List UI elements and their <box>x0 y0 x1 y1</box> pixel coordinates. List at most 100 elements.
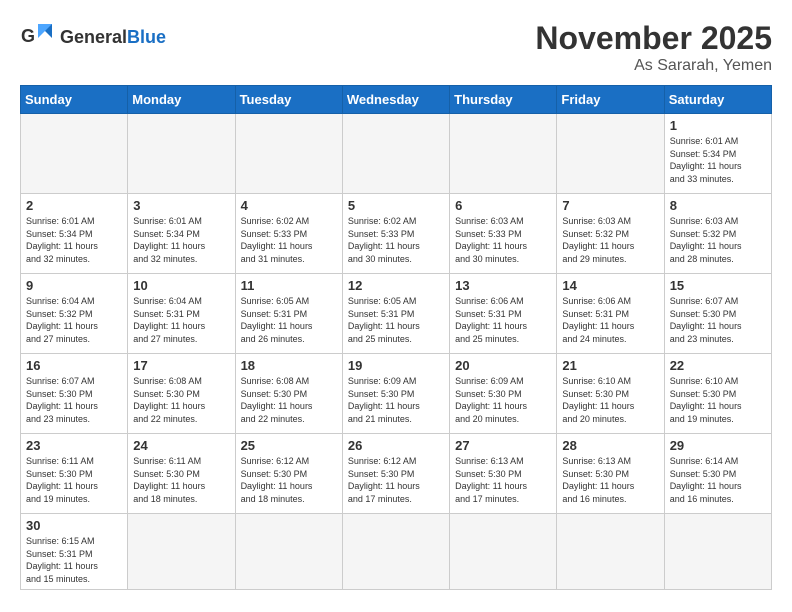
header-saturday: Saturday <box>664 86 771 114</box>
logo-general: General <box>60 27 127 47</box>
logo: G GeneralBlue <box>20 20 166 56</box>
calendar-day-cell: 27 Sunrise: 6:13 AM Sunset: 5:30 PM Dayli… <box>450 434 557 514</box>
calendar-week-row: 23 Sunrise: 6:11 AM Sunset: 5:30 PM Dayli… <box>21 434 772 514</box>
day-info: Sunrise: 6:09 AM Sunset: 5:30 PM Dayligh… <box>455 375 551 425</box>
header-wednesday: Wednesday <box>342 86 449 114</box>
calendar-day-cell <box>235 114 342 194</box>
day-info: Sunrise: 6:11 AM Sunset: 5:30 PM Dayligh… <box>133 455 229 505</box>
day-info: Sunrise: 6:01 AM Sunset: 5:34 PM Dayligh… <box>670 135 766 185</box>
title-area: November 2025 As Sararah, Yemen <box>535 20 772 75</box>
calendar-day-cell: 11 Sunrise: 6:05 AM Sunset: 5:31 PM Dayli… <box>235 274 342 354</box>
calendar-day-cell: 24 Sunrise: 6:11 AM Sunset: 5:30 PM Dayli… <box>128 434 235 514</box>
day-info: Sunrise: 6:12 AM Sunset: 5:30 PM Dayligh… <box>241 455 337 505</box>
calendar-day-cell: 20Sunrise: 6:09 AM Sunset: 5:30 PM Dayli… <box>450 354 557 434</box>
calendar-day-cell: 26Sunrise: 6:12 AM Sunset: 5:30 PM Dayli… <box>342 434 449 514</box>
day-info: Sunrise: 6:01 AM Sunset: 5:34 PM Dayligh… <box>26 215 122 265</box>
day-number: 11 <box>241 278 337 293</box>
logo-text: GeneralBlue <box>60 28 166 48</box>
day-number: 8 <box>670 198 766 213</box>
day-number: 24 <box>133 438 229 453</box>
calendar-day-cell: 16 Sunrise: 6:07 AM Sunset: 5:30 PM Dayli… <box>21 354 128 434</box>
day-info: Sunrise: 6:08 AM Sunset: 5:30 PM Dayligh… <box>241 375 337 425</box>
day-number: 18 <box>241 358 337 373</box>
calendar-day-cell: 4 Sunrise: 6:02 AM Sunset: 5:33 PM Daylig… <box>235 194 342 274</box>
location-title: As Sararah, Yemen <box>535 57 772 75</box>
day-info: Sunrise: 6:04 AM Sunset: 5:32 PM Dayligh… <box>26 295 122 345</box>
calendar-day-cell: 22Sunrise: 6:10 AM Sunset: 5:30 PM Dayli… <box>664 354 771 434</box>
calendar-week-row: 16 Sunrise: 6:07 AM Sunset: 5:30 PM Dayli… <box>21 354 772 434</box>
calendar-day-cell: 12 Sunrise: 6:05 AM Sunset: 5:31 PM Dayli… <box>342 274 449 354</box>
calendar-day-cell <box>128 114 235 194</box>
day-number: 26 <box>348 438 444 453</box>
day-number: 25 <box>241 438 337 453</box>
day-info: Sunrise: 6:02 AM Sunset: 5:33 PM Dayligh… <box>241 215 337 265</box>
calendar-day-cell: 25 Sunrise: 6:12 AM Sunset: 5:30 PM Dayli… <box>235 434 342 514</box>
day-number: 28 <box>562 438 658 453</box>
calendar-day-cell <box>342 514 449 590</box>
day-info: Sunrise: 6:03 AM Sunset: 5:33 PM Dayligh… <box>455 215 551 265</box>
day-info: Sunrise: 6:09 AM Sunset: 5:30 PM Dayligh… <box>348 375 444 425</box>
calendar-day-cell: 17Sunrise: 6:08 AM Sunset: 5:30 PM Dayli… <box>128 354 235 434</box>
day-info: Sunrise: 6:03 AM Sunset: 5:32 PM Dayligh… <box>670 215 766 265</box>
day-info: Sunrise: 6:13 AM Sunset: 5:30 PM Dayligh… <box>562 455 658 505</box>
svg-text:G: G <box>21 26 35 46</box>
calendar-day-cell: 23 Sunrise: 6:11 AM Sunset: 5:30 PM Dayli… <box>21 434 128 514</box>
header-sunday: Sunday <box>21 86 128 114</box>
calendar-day-cell: 5Sunrise: 6:02 AM Sunset: 5:33 PM Daylig… <box>342 194 449 274</box>
day-number: 12 <box>348 278 444 293</box>
calendar-day-cell <box>450 514 557 590</box>
day-info: Sunrise: 6:07 AM Sunset: 5:30 PM Dayligh… <box>26 375 122 425</box>
day-number: 13 <box>455 278 551 293</box>
calendar-day-cell: 30Sunrise: 6:15 AM Sunset: 5:31 PM Dayli… <box>21 514 128 590</box>
logo-icon: G <box>20 20 56 56</box>
calendar-day-cell: 29Sunrise: 6:14 AM Sunset: 5:30 PM Dayli… <box>664 434 771 514</box>
day-info: Sunrise: 6:11 AM Sunset: 5:30 PM Dayligh… <box>26 455 122 505</box>
logo-blue: Blue <box>127 27 166 47</box>
calendar-day-cell: 8 Sunrise: 6:03 AM Sunset: 5:32 PM Daylig… <box>664 194 771 274</box>
day-info: Sunrise: 6:04 AM Sunset: 5:31 PM Dayligh… <box>133 295 229 345</box>
calendar-day-cell <box>450 114 557 194</box>
calendar-week-row: 2Sunrise: 6:01 AM Sunset: 5:34 PM Daylig… <box>21 194 772 274</box>
day-number: 27 <box>455 438 551 453</box>
day-number: 6 <box>455 198 551 213</box>
calendar-day-cell: 3Sunrise: 6:01 AM Sunset: 5:34 PM Daylig… <box>128 194 235 274</box>
calendar-day-cell: 15 Sunrise: 6:07 AM Sunset: 5:30 PM Dayli… <box>664 274 771 354</box>
calendar-day-cell <box>235 514 342 590</box>
calendar-day-cell <box>21 114 128 194</box>
header-monday: Monday <box>128 86 235 114</box>
day-number: 1 <box>670 118 766 133</box>
page-header: G GeneralBlue November 2025 As Sararah, … <box>20 20 772 75</box>
header-tuesday: Tuesday <box>235 86 342 114</box>
calendar-table: Sunday Monday Tuesday Wednesday Thursday… <box>20 85 772 590</box>
day-info: Sunrise: 6:15 AM Sunset: 5:31 PM Dayligh… <box>26 535 122 585</box>
day-info: Sunrise: 6:13 AM Sunset: 5:30 PM Dayligh… <box>455 455 551 505</box>
day-info: Sunrise: 6:07 AM Sunset: 5:30 PM Dayligh… <box>670 295 766 345</box>
calendar-day-cell: 9Sunrise: 6:04 AM Sunset: 5:32 PM Daylig… <box>21 274 128 354</box>
calendar-week-row: 30Sunrise: 6:15 AM Sunset: 5:31 PM Dayli… <box>21 514 772 590</box>
calendar-day-cell <box>557 514 664 590</box>
day-info: Sunrise: 6:05 AM Sunset: 5:31 PM Dayligh… <box>241 295 337 345</box>
day-number: 15 <box>670 278 766 293</box>
day-number: 7 <box>562 198 658 213</box>
calendar-day-cell <box>557 114 664 194</box>
calendar-day-cell: 21Sunrise: 6:10 AM Sunset: 5:30 PM Dayli… <box>557 354 664 434</box>
day-number: 16 <box>26 358 122 373</box>
day-number: 14 <box>562 278 658 293</box>
calendar-day-cell: 14Sunrise: 6:06 AM Sunset: 5:31 PM Dayli… <box>557 274 664 354</box>
day-info: Sunrise: 6:05 AM Sunset: 5:31 PM Dayligh… <box>348 295 444 345</box>
day-info: Sunrise: 6:03 AM Sunset: 5:32 PM Dayligh… <box>562 215 658 265</box>
calendar-day-cell: 10Sunrise: 6:04 AM Sunset: 5:31 PM Dayli… <box>128 274 235 354</box>
calendar-day-cell <box>664 514 771 590</box>
header-thursday: Thursday <box>450 86 557 114</box>
day-number: 4 <box>241 198 337 213</box>
day-info: Sunrise: 6:02 AM Sunset: 5:33 PM Dayligh… <box>348 215 444 265</box>
day-info: Sunrise: 6:01 AM Sunset: 5:34 PM Dayligh… <box>133 215 229 265</box>
day-number: 17 <box>133 358 229 373</box>
calendar-day-cell: 18 Sunrise: 6:08 AM Sunset: 5:30 PM Dayli… <box>235 354 342 434</box>
day-info: Sunrise: 6:06 AM Sunset: 5:31 PM Dayligh… <box>455 295 551 345</box>
calendar-day-cell: 13 Sunrise: 6:06 AM Sunset: 5:31 PM Dayli… <box>450 274 557 354</box>
calendar-day-cell: 6 Sunrise: 6:03 AM Sunset: 5:33 PM Daylig… <box>450 194 557 274</box>
day-number: 23 <box>26 438 122 453</box>
calendar-day-cell <box>342 114 449 194</box>
calendar-day-cell: 19Sunrise: 6:09 AM Sunset: 5:30 PM Dayli… <box>342 354 449 434</box>
